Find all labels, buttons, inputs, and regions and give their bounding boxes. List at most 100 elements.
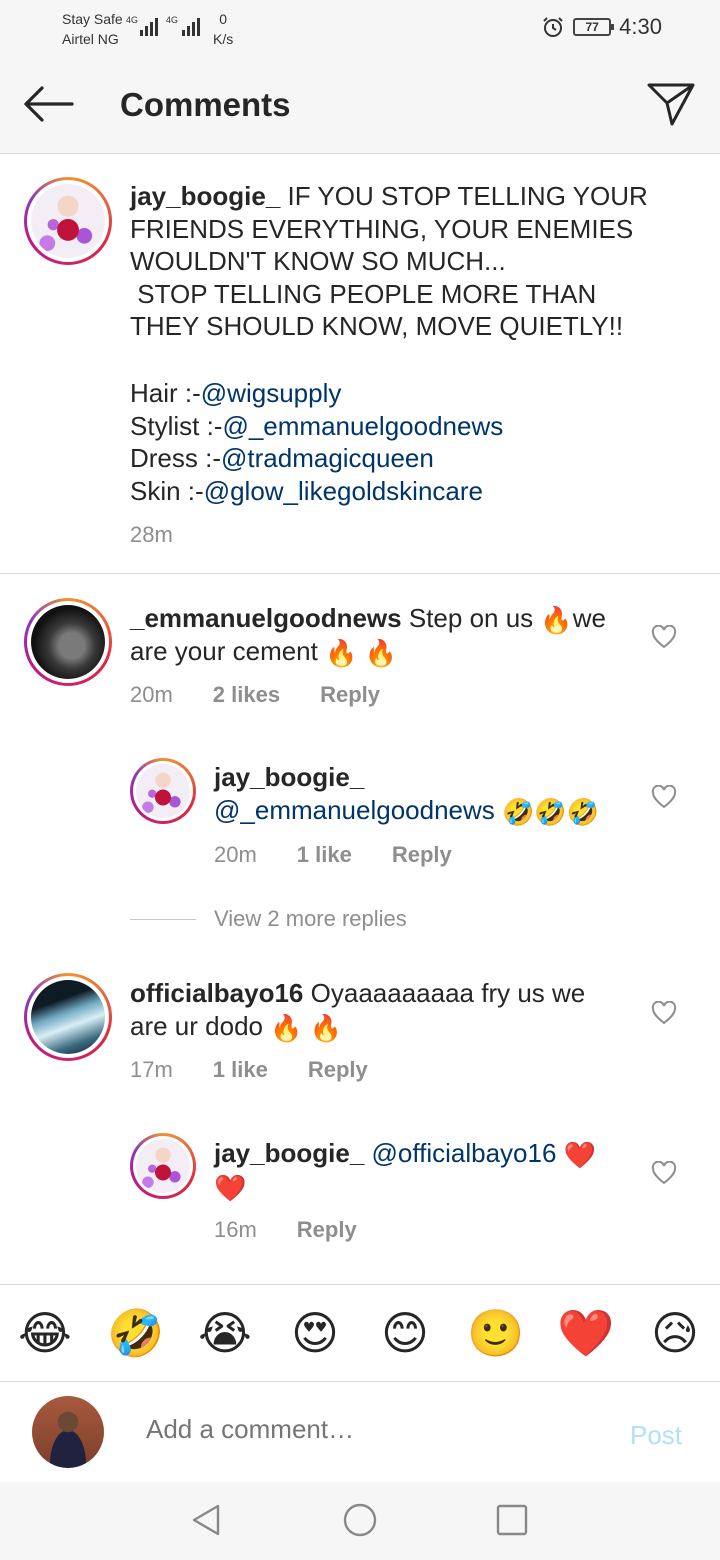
signal-icon: 4G: [166, 15, 200, 36]
likes-count[interactable]: 2 likes: [213, 682, 280, 708]
comment-username[interactable]: jay_boogie_: [214, 762, 364, 792]
back-arrow-icon[interactable]: [22, 84, 74, 124]
emoji-button[interactable]: 😂: [17, 1307, 73, 1359]
caption-username[interactable]: jay_boogie_: [130, 181, 280, 211]
emoji-button[interactable]: 😥: [647, 1307, 703, 1359]
fire-emoji: 🔥: [540, 605, 573, 635]
network-speed: 0 K/s: [213, 9, 233, 49]
emoji-button[interactable]: 🙂: [467, 1307, 524, 1359]
view-more-replies[interactable]: View 2 more replies: [130, 906, 407, 932]
heart-outline-icon[interactable]: [651, 1001, 677, 1025]
reply-button[interactable]: Reply: [297, 1217, 357, 1243]
thread-line: [130, 918, 196, 920]
speed-unit: K/s: [213, 31, 234, 47]
emoji-button[interactable]: 🤣: [107, 1307, 164, 1359]
reply-button[interactable]: Reply: [320, 682, 380, 708]
credit-label: Skin :-: [130, 475, 204, 506]
reply-button[interactable]: Reply: [308, 1057, 368, 1083]
emoji-button[interactable]: ❤️: [557, 1307, 614, 1359]
heart-emoji: ❤️: [214, 1172, 247, 1203]
comment-input[interactable]: [146, 1414, 586, 1445]
mention-link[interactable]: @glow_likegoldskincare: [204, 476, 483, 506]
credit-line: Dress :-@tradmagicqueen: [130, 442, 670, 475]
avatar[interactable]: [130, 1133, 196, 1199]
comment-meta: 17m 1 like Reply: [130, 1057, 368, 1083]
caption-line: THEY SHOULD KNOW, MOVE QUIETLY!!: [130, 311, 624, 342]
comment-body: are ur dodo: [130, 1010, 263, 1041]
comment-username[interactable]: _emmanuelgoodnews: [130, 603, 402, 633]
system-nav-bar: [0, 1482, 720, 1560]
profile-photo: [31, 980, 105, 1054]
comment-body: Oyaaaaaaaaa fry us we: [310, 978, 586, 1008]
heart-outline-icon[interactable]: [651, 1161, 677, 1185]
mention-link[interactable]: @_emmanuelgoodnews: [222, 411, 503, 441]
emoji-button[interactable]: 😊: [377, 1307, 433, 1359]
comment-username[interactable]: officialbayo16: [130, 978, 303, 1008]
credit-line: Hair :-@wigsupply: [130, 377, 670, 410]
avatar[interactable]: [130, 758, 196, 824]
alarm-icon: [543, 17, 563, 37]
comment-text: officialbayo16 Oyaaaaaaaaa fry us we are…: [130, 977, 640, 1042]
direct-send-icon[interactable]: [646, 78, 696, 128]
nav-recents-icon[interactable]: [494, 1502, 530, 1538]
caption-line: FRIENDS EVERYTHING, YOUR ENEMIES: [130, 213, 634, 244]
fire-emoji: 🔥 🔥: [270, 1012, 343, 1043]
likes-count[interactable]: 1 like: [213, 1057, 268, 1083]
nav-home-icon[interactable]: [342, 1502, 378, 1538]
credit-label: Hair :-: [130, 378, 201, 408]
mention-link[interactable]: @_emmanuelgoodnews: [214, 795, 495, 825]
comment-body: Step on us: [408, 603, 534, 633]
profile-photo: [136, 1139, 190, 1193]
avatar[interactable]: [24, 177, 112, 265]
header: Comments: [0, 56, 720, 154]
likes-count[interactable]: 1 like: [297, 842, 352, 868]
network-type-1: 4G: [126, 15, 138, 25]
avatar[interactable]: [24, 598, 112, 686]
divider: [0, 573, 720, 574]
credit-label: Dress :-: [130, 443, 221, 474]
heart-outline-icon[interactable]: [651, 785, 677, 809]
clock: 4:30: [619, 14, 662, 39]
comment-body: are your cement: [130, 635, 318, 666]
profile-photo: [136, 764, 190, 818]
avatar: [32, 1396, 104, 1468]
my-profile-photo: [32, 1396, 104, 1468]
emoji-quick-bar: 😂 🤣 😭 😍 😊 🙂 ❤️ 😥: [0, 1284, 720, 1382]
post-timestamp: 28m: [130, 522, 173, 547]
comment-meta: 20m 1 like Reply: [214, 842, 452, 868]
fire-emoji: 🔥 🔥: [325, 637, 398, 668]
mention-link[interactable]: @officialbayo16: [372, 1138, 557, 1168]
comment-timestamp: 16m: [214, 1217, 257, 1242]
status-right: 77 4:30: [541, 14, 662, 40]
comment-timestamp: 20m: [214, 842, 257, 867]
comment-body: we: [572, 603, 607, 633]
speed-value: 0: [219, 11, 228, 27]
nav-back-icon[interactable]: [188, 1502, 224, 1538]
caption-line: IF YOU STOP TELLING YOUR: [287, 181, 648, 211]
view-more-label[interactable]: View 2 more replies: [214, 906, 407, 932]
mention-link[interactable]: @tradmagicqueen: [221, 443, 434, 473]
comment-meta: 16m Reply: [214, 1217, 357, 1243]
caption-line: STOP TELLING PEOPLE MORE THAN: [130, 278, 597, 309]
post-caption: jay_boogie_ IF YOU STOP TELLING YOUR FRI…: [130, 180, 670, 343]
profile-photo: [31, 184, 105, 258]
comment-text: _emmanuelgoodnews Step on us 🔥we are you…: [130, 602, 640, 667]
emoji-button[interactable]: 😭: [197, 1307, 253, 1359]
mention-link[interactable]: @wigsupply: [201, 378, 342, 408]
heart-outline-icon[interactable]: [651, 625, 677, 649]
credit-label: Stylist :-: [130, 410, 223, 441]
comment-timestamp: 17m: [130, 1057, 173, 1082]
battery-icon: 77: [573, 18, 615, 36]
carrier-info: Stay Safe Airtel NG: [62, 9, 123, 49]
heart-emoji: ❤️: [563, 1140, 597, 1170]
caption-line: WOULDN'T KNOW SO MUCH...: [130, 246, 506, 277]
reply-button[interactable]: Reply: [392, 842, 452, 868]
signal-icon: 4G: [126, 15, 158, 36]
comment-username[interactable]: jay_boogie_: [214, 1138, 364, 1168]
network-type-2: 4G: [166, 15, 178, 25]
avatar[interactable]: [24, 973, 112, 1061]
reply-text: jay_boogie_ @_emmanuelgoodnews 🤣🤣🤣: [214, 761, 644, 826]
post-button[interactable]: Post: [630, 1420, 682, 1451]
emoji-button[interactable]: 😍: [287, 1307, 343, 1359]
comment-composer: Post: [0, 1382, 720, 1482]
